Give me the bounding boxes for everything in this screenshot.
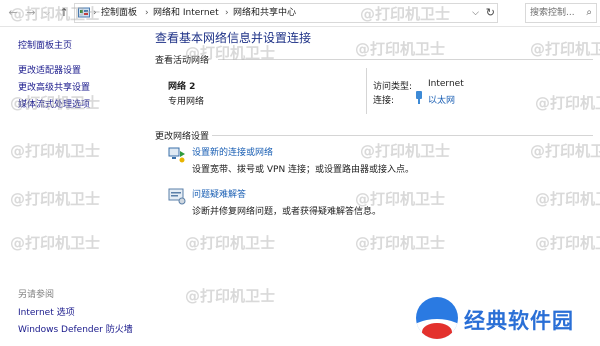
watermark: @打印机卫士 [535,190,600,208]
network-type[interactable]: 专用网络 [168,94,204,107]
watermark: @打印机卫士 [185,44,276,62]
breadcrumb-separator: › [225,8,229,18]
brand-logo-text: 经典软件园 [464,309,574,333]
watermark: @打印机卫士 [355,234,446,252]
setup-connection-description: 设置宽带、拨号或 VPN 连接；或设置路由器或接入点。 [192,165,415,175]
search-placeholder: 搜索控制... [530,8,575,18]
watermark: @打印机卫士 [530,142,600,160]
watermark: @打印机卫士 [10,234,101,252]
watermark: @打印机卫士 [360,142,451,160]
network-name: 网络 2 [168,82,196,92]
see-also-firewall[interactable]: Windows Defender 防火墙 [18,322,133,335]
refresh-icon[interactable]: ↻ [486,4,495,22]
watermark: @打印机卫士 [185,234,276,252]
access-type-value: Internet [428,79,464,89]
setup-connection-link[interactable]: 设置新的连接或网络 [192,145,273,158]
watermark: @打印机卫士 [10,94,101,112]
troubleshoot-description: 诊断并修复网络问题，或者获得疑难解答信息。 [192,207,382,217]
watermark: @打印机卫士 [535,234,600,252]
watermark: @打印机卫士 [530,40,600,58]
troubleshoot-icon [168,188,186,205]
watermark: @打印机卫士 [185,287,276,305]
access-type-label: 访问类型: [373,82,413,92]
watermark: @打印机卫士 [535,94,600,112]
address-dropdown-icon[interactable]: ⌵ [472,4,479,22]
new-connection-icon [168,147,185,163]
watermark: @打印机卫士 [10,5,101,23]
breadcrumb-separator: › [145,8,149,18]
watermark: @打印机卫士 [355,190,446,208]
divider [366,68,367,114]
breadcrumb-network-center[interactable]: 网络和共享中心 [233,4,296,22]
watermark: @打印机卫士 [10,190,101,208]
ethernet-icon [416,91,422,104]
breadcrumb-control-panel[interactable]: 控制面板 [101,4,137,22]
ethernet-link[interactable]: 以太网 [428,93,455,106]
connection-label: 连接: [373,96,395,106]
watermark: @打印机卫士 [10,142,101,160]
breadcrumb-network-internet[interactable]: 网络和 Internet [153,4,219,22]
see-also-internet-options[interactable]: Internet 选项 [18,305,75,318]
sidebar-link-adapter-settings[interactable]: 更改适配器设置 [18,63,81,76]
search-icon[interactable]: ⌕ [586,4,592,22]
watermark: @打印机卫士 [355,40,446,58]
change-settings-header: 更改网络设置 [155,132,210,142]
divider [212,135,593,136]
search-input[interactable]: 搜索控制... ⌕ [525,3,597,23]
watermark: @打印机卫士 [360,5,451,23]
brand-logo-icon [416,297,458,339]
sidebar-home-link[interactable]: 控制面板主页 [18,38,72,51]
troubleshoot-link[interactable]: 问题疑难解答 [192,187,246,200]
see-also-heading: 另请参阅 [18,290,55,300]
